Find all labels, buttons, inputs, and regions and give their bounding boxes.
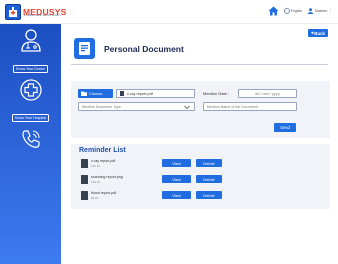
globe-icon (283, 8, 290, 14)
medusys-logo[interactable]: MEDUSYS (5, 4, 66, 20)
selected-file-field[interactable]: x-ray report.pdf (116, 89, 195, 98)
doctor-icon (20, 29, 41, 52)
view-button[interactable]: View (162, 175, 191, 183)
view-button[interactable]: View (162, 191, 191, 199)
sidebar-item-call[interactable] (0, 128, 61, 155)
file-icon (120, 91, 124, 96)
top-header: MEDUSYS a digital health record system E… (0, 0, 338, 24)
document-icon (81, 159, 88, 168)
document-name-placeholder: Mention Name of the Document (207, 104, 258, 109)
reminder-item: scanning report.png 132 kb View Delete (79, 174, 319, 188)
user-icon (307, 8, 314, 14)
back-label: Back (314, 30, 326, 36)
delete-button[interactable]: Delete (196, 159, 222, 167)
sidebar: Know Your Doctor Know Your Hospital (0, 24, 61, 264)
chevron-down-icon (184, 105, 190, 109)
reminder-file-size: 83 kb (91, 196, 99, 200)
selected-file-name: x-ray report.pdf (127, 91, 153, 96)
document-type-select[interactable]: Mention Document Type (78, 102, 195, 111)
logo-subtitle: a digital health record system (24, 13, 61, 17)
home-icon[interactable] (268, 6, 279, 16)
reminder-file-name: x-ray report.pdf (91, 159, 116, 163)
back-arrow-icon: ◂ (310, 30, 314, 35)
view-button[interactable]: View (162, 159, 191, 167)
reminder-item: x-ray report.pdf 122 kb View Delete (79, 158, 319, 172)
choose-label: Choose... (89, 91, 106, 96)
language-selector[interactable]: English (283, 8, 303, 14)
reminder-file-name: blood report.pdf (91, 191, 117, 195)
sidebar-label-doctor: Know Your Doctor (13, 65, 48, 73)
header-actions: English Makeen ⋮ (268, 6, 332, 16)
reminder-list-title: Reminder List (79, 147, 126, 154)
page-title: Personal Document (104, 44, 184, 54)
medical-cross-icon (19, 79, 42, 101)
back-button[interactable]: ◂ Back (308, 29, 328, 37)
folder-icon (81, 91, 87, 96)
date-input[interactable]: dd / mm / yyyy (238, 89, 297, 98)
document-icon (81, 175, 88, 184)
language-label: English (290, 9, 303, 13)
reminder-file-name: scanning report.png (91, 175, 123, 179)
date-label: Mention Date : (203, 91, 230, 96)
document-name-input[interactable]: Mention Name of the Document (203, 102, 297, 111)
delete-button[interactable]: Delete (196, 191, 222, 199)
reminder-file-size: 122 kb (91, 164, 101, 168)
more-icon: ⋮ (328, 9, 333, 13)
reminder-file-size: 132 kb (91, 180, 101, 184)
sidebar-label-hospital: Know Your Hospital (11, 114, 50, 122)
user-name: Makeen (315, 9, 328, 13)
personal-document-icon (74, 38, 95, 59)
sidebar-item-know-your-hospital[interactable]: Know Your Hospital (0, 79, 61, 124)
choose-file-button[interactable]: Choose... (78, 89, 113, 98)
sidebar-item-know-your-doctor[interactable]: Know Your Doctor (0, 28, 61, 75)
delete-button[interactable]: Delete (196, 175, 222, 183)
document-icon (81, 191, 88, 200)
send-button[interactable]: Send (274, 123, 296, 132)
document-type-placeholder: Mention Document Type (82, 104, 121, 109)
reminder-item: blood report.pdf 83 kb View Delete (79, 190, 319, 204)
send-label: Send (280, 125, 290, 130)
title-divider (71, 64, 328, 65)
logo-mark-icon (5, 4, 21, 20)
user-menu[interactable]: Makeen ⋮ (307, 8, 332, 14)
date-placeholder: dd / mm / yyyy (255, 91, 280, 96)
phone-icon (21, 130, 40, 148)
